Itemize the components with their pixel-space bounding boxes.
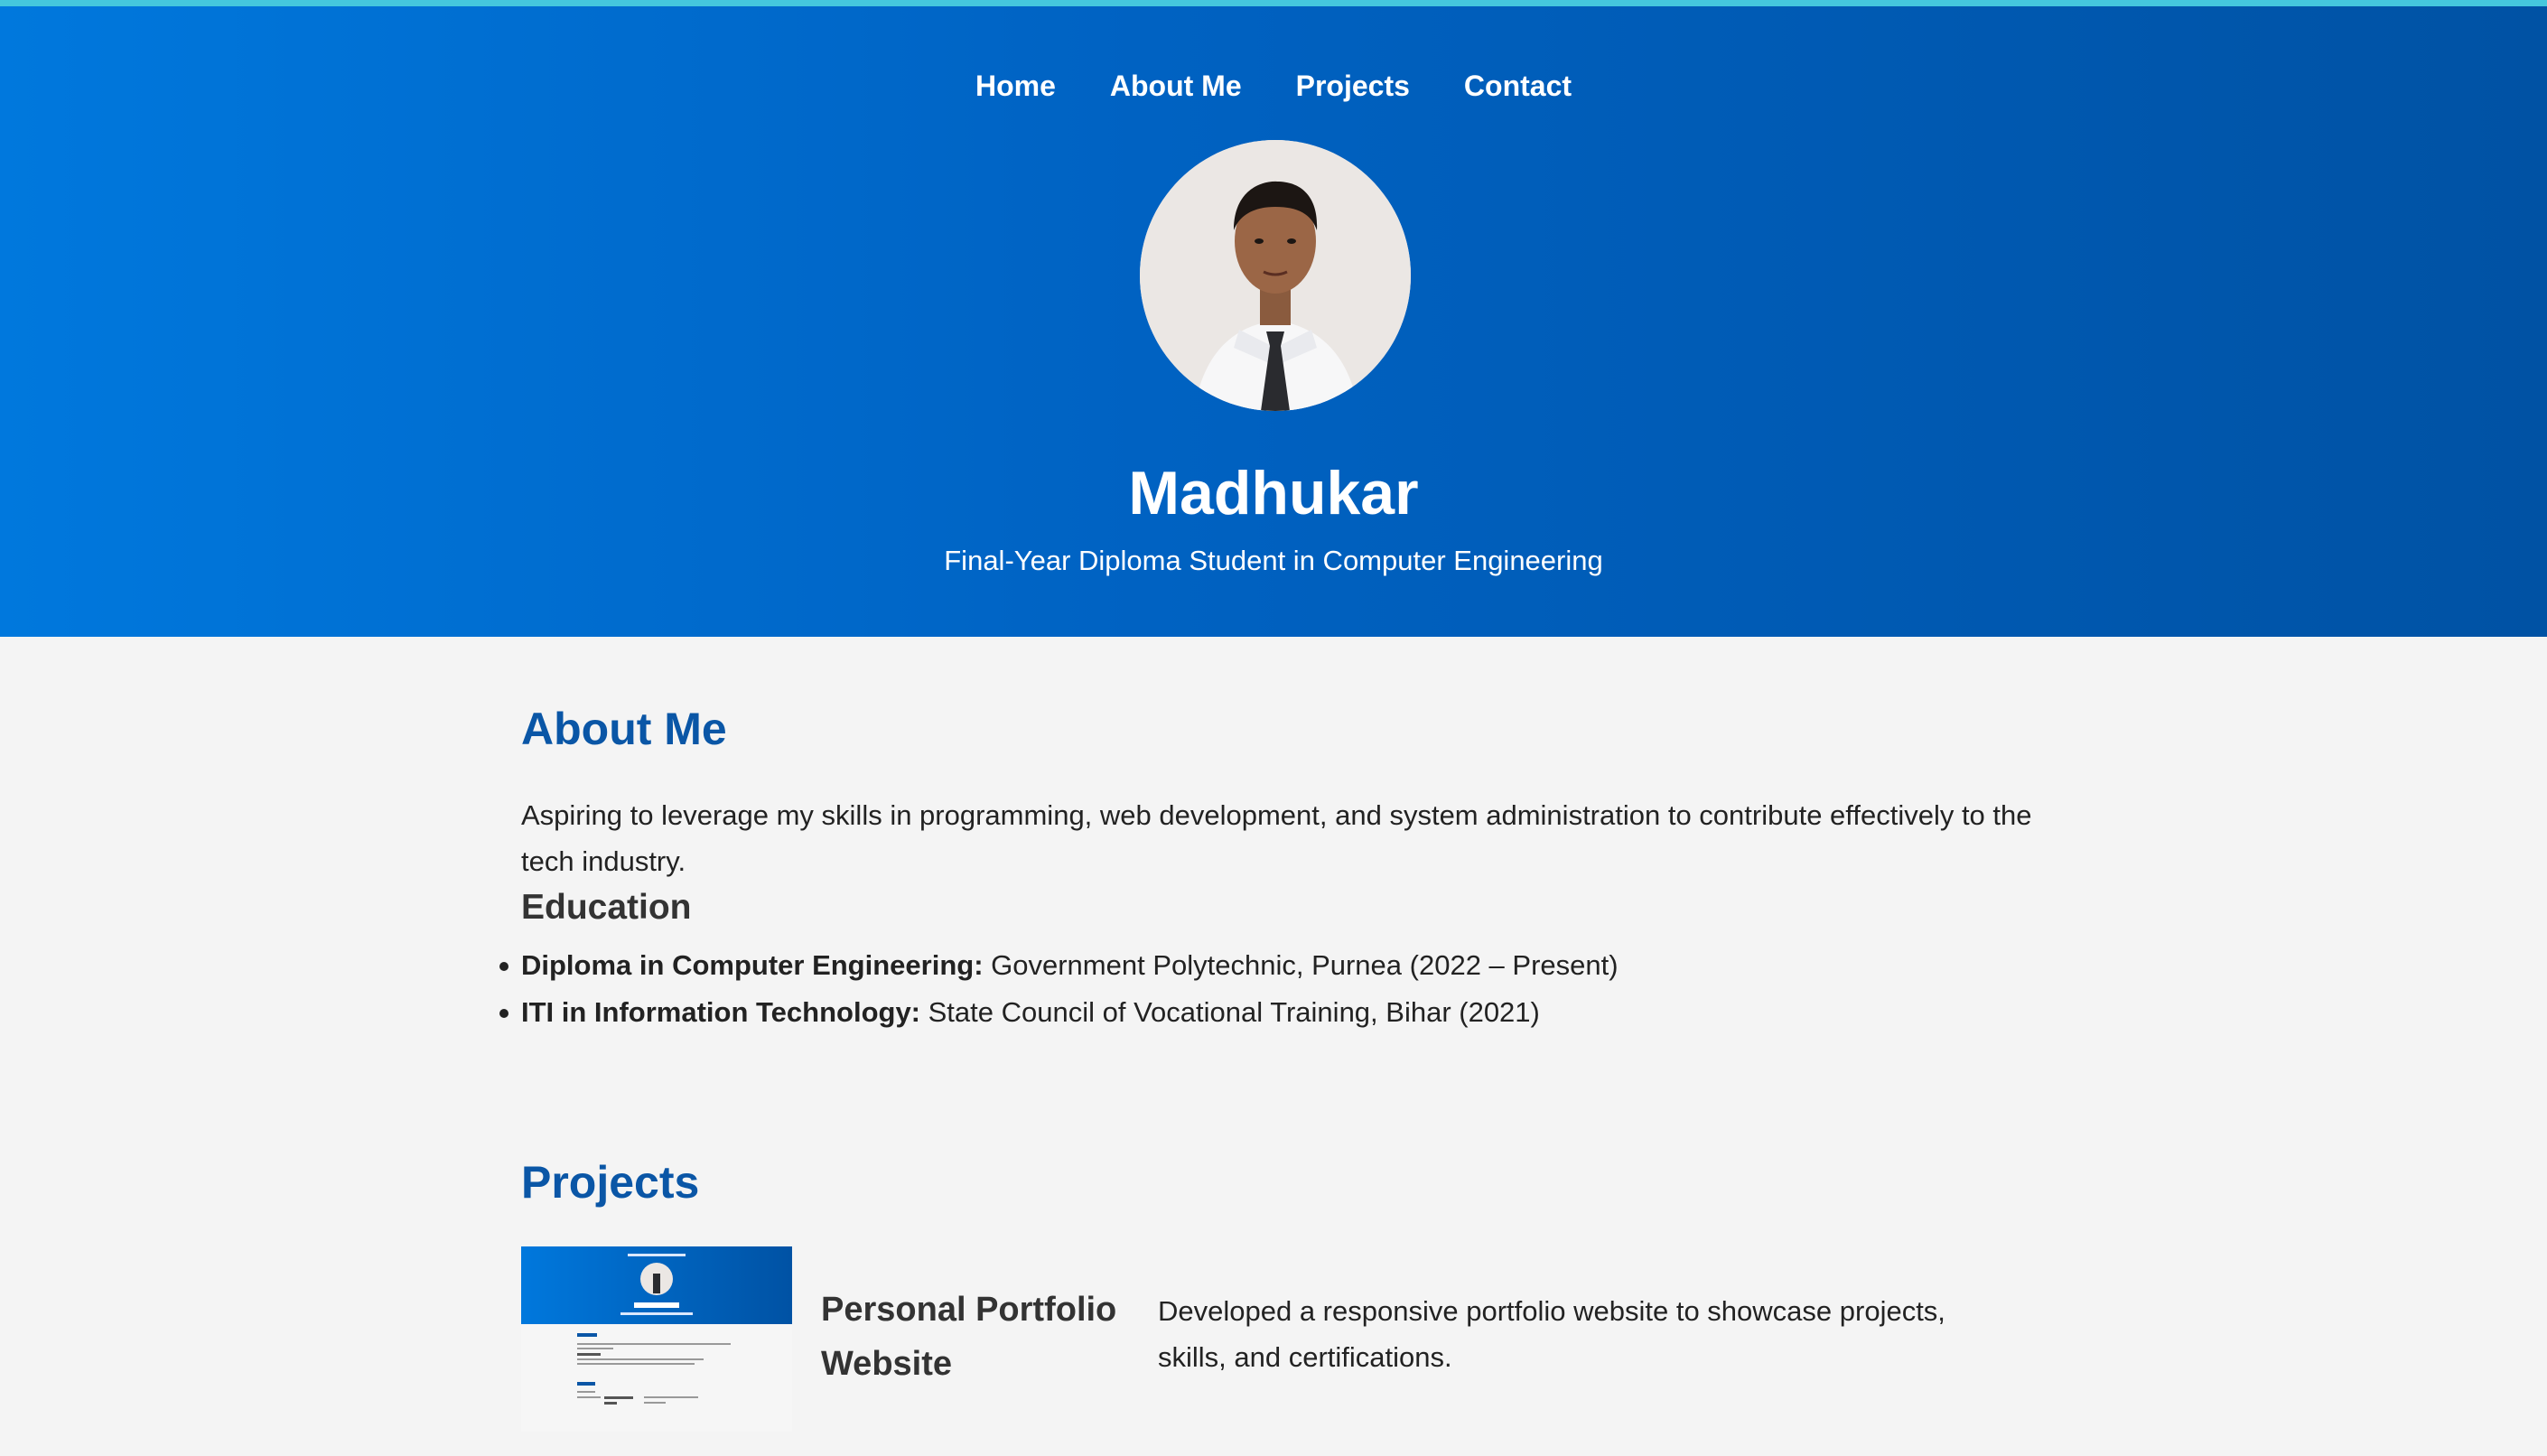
- nav-contact-link[interactable]: Contact: [1464, 70, 1572, 103]
- hero-header: Home About Me Projects Contact Madhukar …: [0, 6, 2547, 637]
- project-title: Personal Portfolio Website: [821, 1283, 1146, 1391]
- project-thumbnail-image: [521, 1246, 792, 1432]
- project-description: Developed a responsive portfolio website…: [1158, 1288, 1971, 1380]
- project-thumbnail[interactable]: [521, 1246, 792, 1432]
- education-list: Diploma in Computer Engineering: Governm…: [521, 942, 1619, 1036]
- education-item: ITI in Information Technology: State Cou…: [521, 989, 1619, 1036]
- education-degree: Diploma in Computer Engineering:: [521, 949, 984, 981]
- hero-name: Madhukar: [0, 458, 2547, 528]
- nav-home-link[interactable]: Home: [975, 70, 1056, 103]
- about-section-title: About Me: [521, 703, 727, 755]
- education-degree: ITI in Information Technology:: [521, 996, 920, 1028]
- hero-subtitle: Final-Year Diploma Student in Computer E…: [0, 545, 2547, 577]
- profile-photo: [1140, 140, 1411, 411]
- top-accent-bar: [0, 0, 2547, 6]
- project-card: Personal Portfolio Website Developed a r…: [521, 1246, 2039, 1432]
- education-item: Diploma in Computer Engineering: Governm…: [521, 942, 1619, 989]
- nav-projects-link[interactable]: Projects: [1296, 70, 1410, 103]
- profile-avatar: [1140, 140, 1411, 411]
- education-detail: Government Polytechnic, Purnea (2022 – P…: [984, 949, 1619, 981]
- main-nav: Home About Me Projects Contact: [0, 70, 2547, 103]
- education-title: Education: [521, 888, 692, 928]
- projects-section-title: Projects: [521, 1156, 699, 1209]
- education-detail: State Council of Vocational Training, Bi…: [920, 996, 1540, 1028]
- about-paragraph: Aspiring to leverage my skills in progra…: [521, 792, 2039, 884]
- nav-about-link[interactable]: About Me: [1110, 70, 1242, 103]
